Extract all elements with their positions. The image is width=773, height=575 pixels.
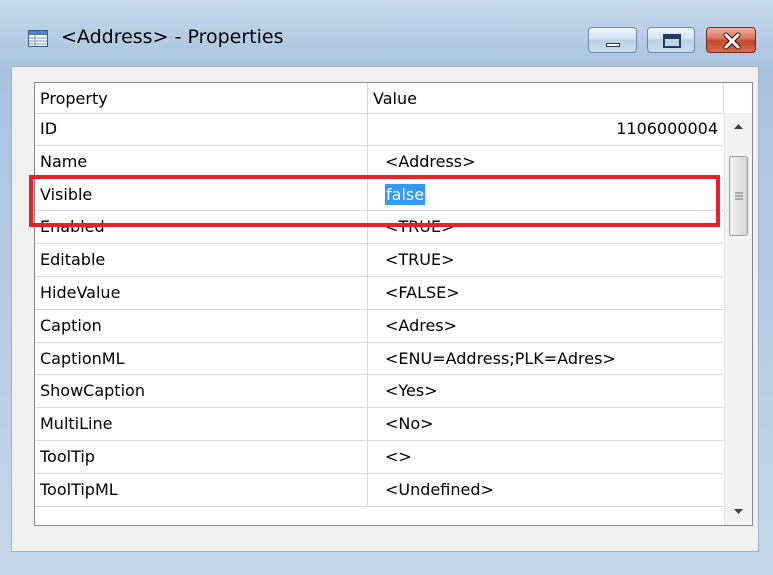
property-value[interactable]: <ENU=Address;PLK=Adres> — [368, 343, 724, 375]
table-row[interactable]: ID 1106000004 — [35, 113, 724, 146]
property-name: Caption — [35, 309, 368, 342]
chevron-up-icon — [734, 124, 743, 129]
table-row[interactable]: Caption <Adres> — [35, 309, 724, 343]
scrollbar-thumb[interactable] — [729, 156, 748, 236]
property-name: HideValue — [35, 276, 368, 309]
property-name: ToolTipML — [35, 473, 368, 506]
window-title: <Address> - Properties — [61, 26, 284, 48]
minimize-icon — [606, 43, 620, 47]
column-header-property[interactable]: Property — [35, 83, 368, 113]
property-value[interactable]: <No> — [368, 408, 724, 440]
table-row[interactable]: ToolTipML <Undefined> — [35, 473, 724, 507]
vertical-scrollbar[interactable] — [724, 113, 752, 525]
property-value[interactable]: <FALSE> — [368, 277, 724, 309]
property-grid: Property Value ID 1106000004 Name <Addre… — [34, 82, 753, 526]
property-value[interactable]: 1106000004 — [368, 113, 724, 145]
property-name: MultiLine — [35, 408, 368, 440]
table-row[interactable]: Name <Address> — [35, 145, 724, 179]
table-row[interactable]: MultiLine <No> — [35, 408, 724, 441]
property-value[interactable]: <> — [368, 441, 724, 473]
property-value[interactable]: <TRUE> — [368, 244, 724, 276]
property-name: Editable — [35, 244, 368, 276]
grip-icon — [735, 192, 743, 200]
property-value[interactable]: <Adres> — [368, 310, 724, 342]
scroll-up-button[interactable] — [725, 113, 752, 139]
property-value[interactable]: <Address> — [368, 146, 724, 178]
property-name: Name — [35, 145, 368, 178]
close-icon — [723, 32, 741, 50]
column-header-filler — [724, 83, 752, 113]
minimize-button[interactable] — [588, 27, 637, 53]
property-name: ToolTip — [35, 440, 368, 473]
maximize-icon — [663, 34, 681, 48]
chevron-down-icon — [734, 509, 743, 514]
property-value[interactable]: <Undefined> — [368, 474, 724, 506]
maximize-button[interactable] — [647, 27, 695, 53]
close-button[interactable] — [706, 27, 756, 53]
property-name: ID — [35, 113, 368, 145]
scroll-down-button[interactable] — [725, 499, 752, 525]
grid-header: Property Value — [35, 83, 752, 114]
properties-window: <Address> - Properties Property Value ID… — [0, 0, 773, 575]
title-bar[interactable]: <Address> - Properties — [0, 0, 773, 70]
table-row[interactable]: ToolTip <> — [35, 440, 724, 474]
property-value[interactable]: <Yes> — [368, 375, 724, 407]
table-row[interactable]: Editable <TRUE> — [35, 244, 724, 277]
column-header-value[interactable]: Value — [368, 83, 724, 113]
table-row[interactable]: CaptionML <ENU=Address;PLK=Adres> — [35, 342, 724, 376]
table-row[interactable]: ShowCaption <Yes> — [35, 375, 724, 409]
table-row[interactable]: HideValue <FALSE> — [35, 276, 724, 310]
grid-rows: ID 1106000004 Name <Address> Visible fal… — [35, 113, 724, 507]
highlight-box — [29, 175, 720, 227]
properties-grid-icon — [28, 30, 48, 47]
property-name: ShowCaption — [35, 375, 368, 408]
property-name: CaptionML — [35, 342, 368, 375]
